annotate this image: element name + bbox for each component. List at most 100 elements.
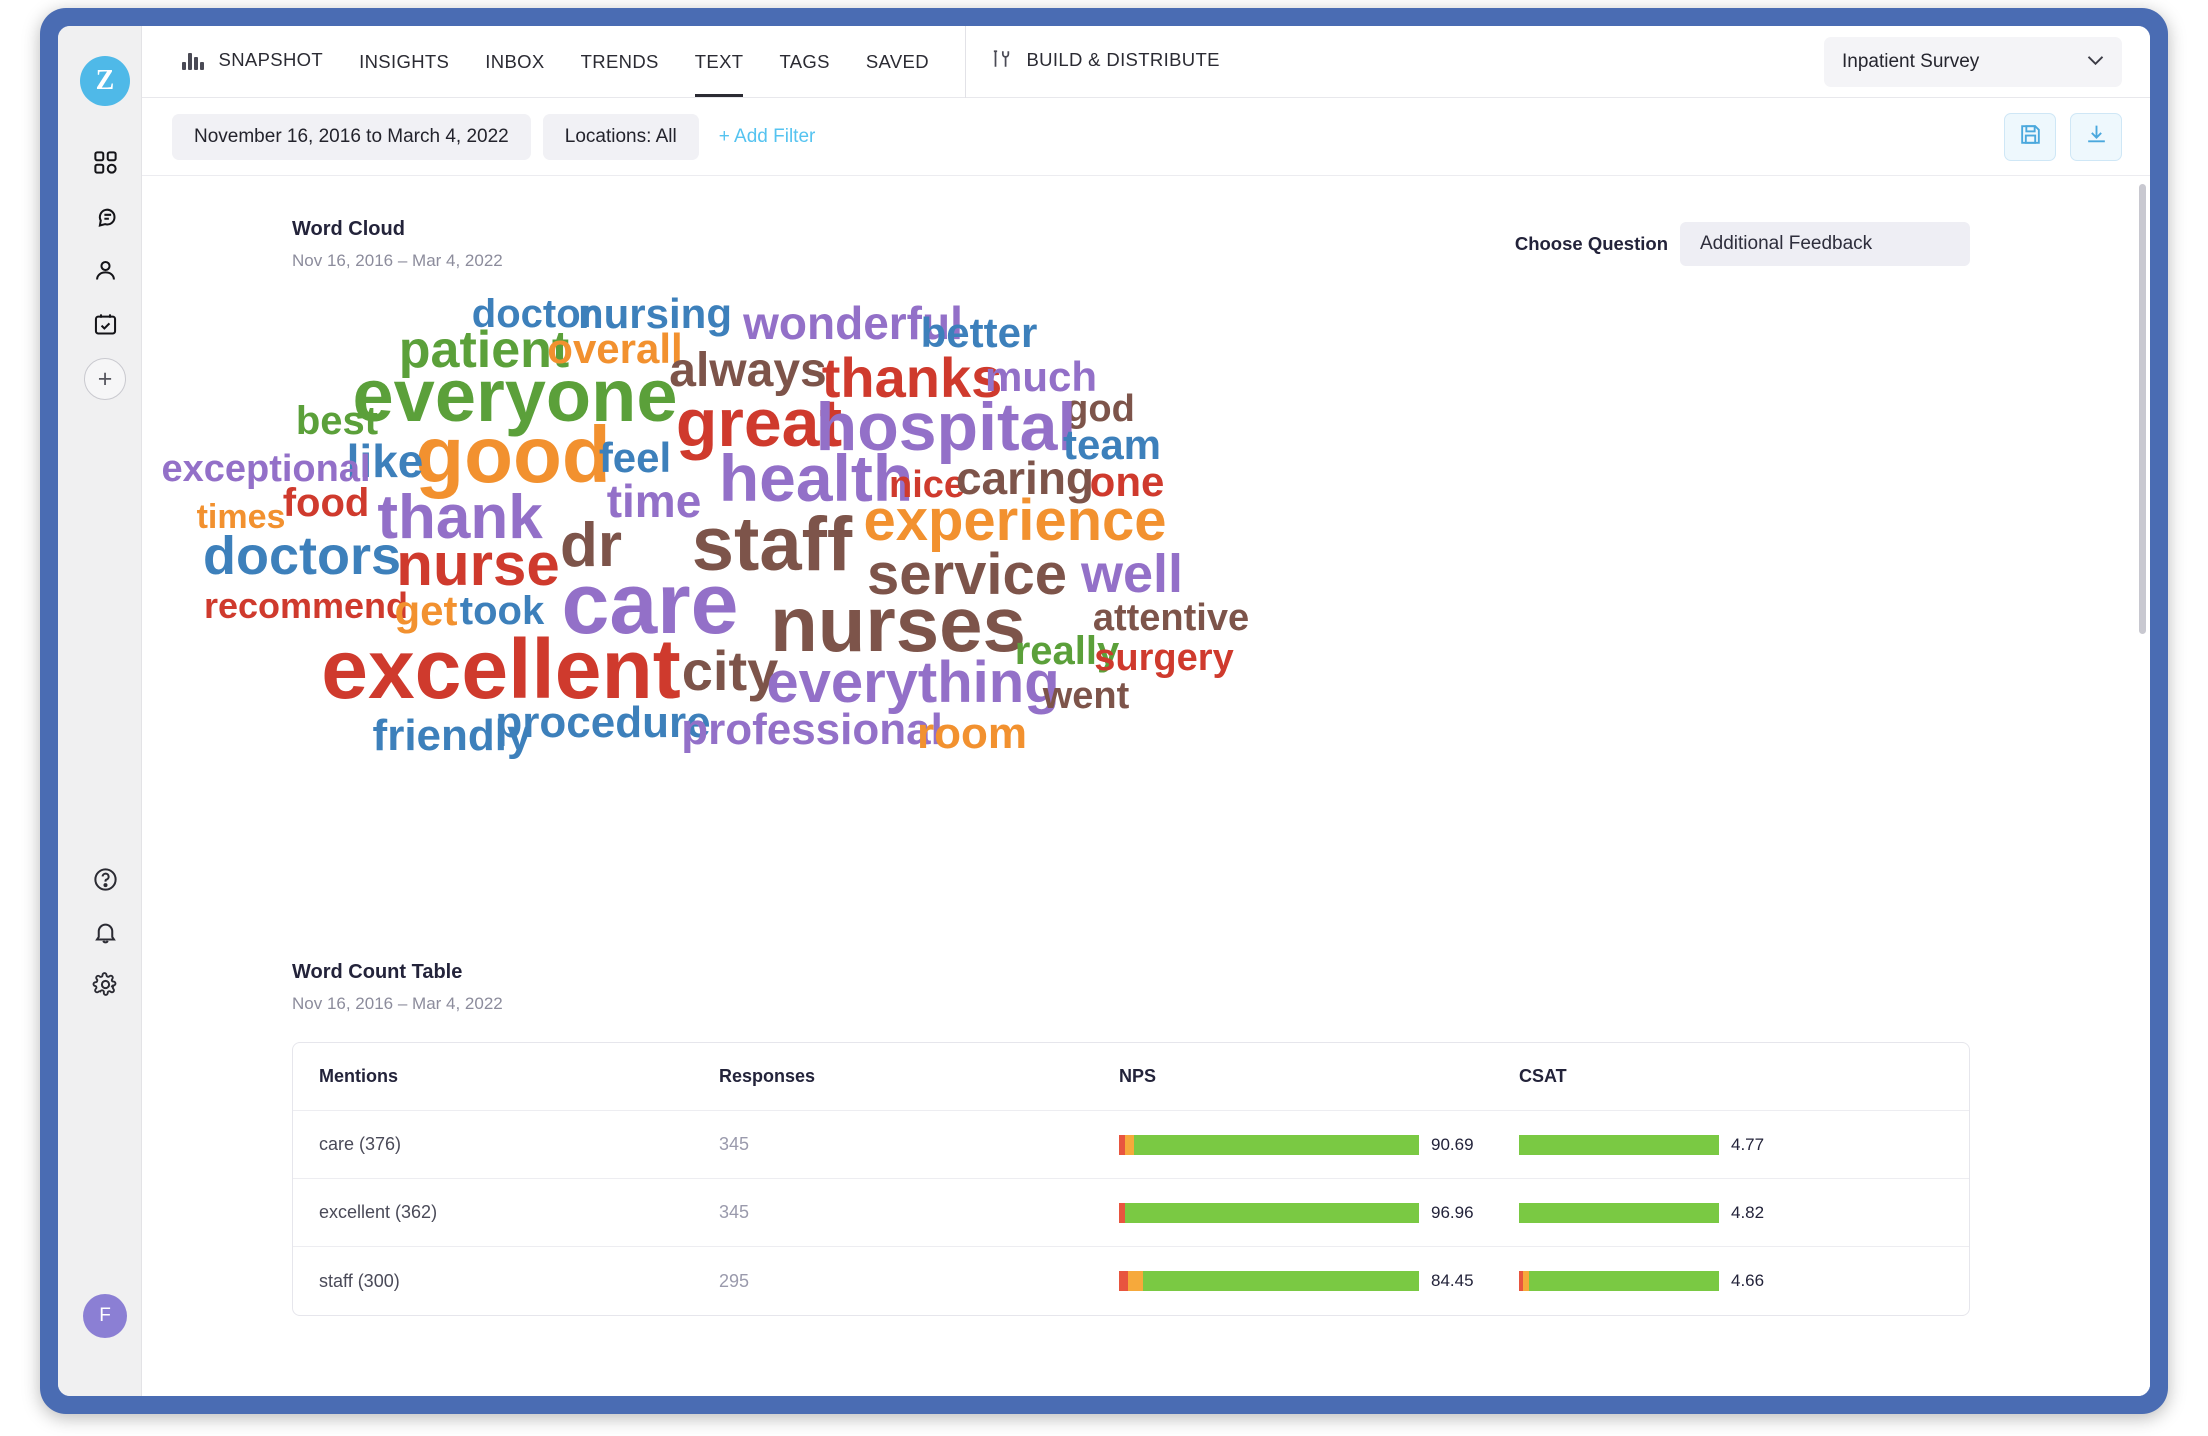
left-rail: Z + F bbox=[58, 26, 142, 1396]
tab-tags-label: TAGS bbox=[779, 50, 830, 72]
tab-text-label: TEXT bbox=[694, 50, 744, 72]
tasks-icon bbox=[92, 311, 119, 343]
settings-icon bbox=[92, 971, 119, 1003]
cell-mentions: staff (300) bbox=[319, 1270, 400, 1291]
table-body: care (376) 345 90.69 4.77 excellent (362) 345… bbox=[293, 1111, 1969, 1315]
save-button[interactable] bbox=[2004, 112, 2056, 161]
tab-snapshot[interactable]: SNAPSHOT bbox=[164, 26, 341, 99]
survey-selector-value: Inpatient Survey bbox=[1842, 50, 1980, 72]
choose-question-label: Choose Question bbox=[1514, 233, 1668, 254]
tab-build-label: BUILD & DISTRIBUTE bbox=[1026, 49, 1220, 70]
csat-bar-segment bbox=[1529, 1271, 1719, 1291]
choose-question-select[interactable]: Additional Feedback bbox=[1680, 222, 1970, 266]
sidebar-add-button[interactable]: + bbox=[84, 358, 126, 400]
word-count-title: Word Count Table bbox=[292, 961, 463, 983]
sidebar-item-contacts[interactable] bbox=[84, 252, 126, 294]
plus-icon: + bbox=[97, 364, 113, 393]
word-cloud-term[interactable]: well bbox=[1081, 547, 1183, 601]
cell-csat: 4.82 bbox=[1519, 1202, 1919, 1223]
tab-inbox-label: INBOX bbox=[485, 50, 545, 72]
help-icon bbox=[92, 866, 119, 898]
cell-responses: 295 bbox=[719, 1270, 750, 1291]
word-cloud-term[interactable]: recommend bbox=[204, 588, 408, 624]
nps-bar-segment bbox=[1125, 1134, 1134, 1155]
word-cloud-term[interactable]: food bbox=[283, 483, 370, 523]
conversations-icon bbox=[92, 203, 119, 235]
app-window: Z + F SNAPSHOT INSIGHTS INBOX TRENDS TEX… bbox=[58, 26, 2150, 1396]
csat-bar bbox=[1519, 1134, 1719, 1155]
tab-trends[interactable]: TRENDS bbox=[563, 27, 677, 97]
nps-bar-segment bbox=[1119, 1271, 1128, 1291]
word-cloud-term[interactable]: professional bbox=[681, 708, 943, 752]
nps-value: 96.96 bbox=[1431, 1202, 1474, 1222]
word-cloud-term[interactable]: everything bbox=[766, 654, 1059, 712]
nps-bar bbox=[1119, 1202, 1419, 1223]
tab-build-distribute[interactable]: BUILD & DISTRIBUTE bbox=[972, 26, 1238, 99]
main-panel: SNAPSHOT INSIGHTS INBOX TRENDS TEXT TAGS… bbox=[142, 26, 2150, 1396]
filter-bar: November 16, 2016 to March 4, 2022 Locat… bbox=[142, 98, 2150, 176]
table-row[interactable]: care (376) 345 90.69 4.77 bbox=[293, 1111, 1969, 1179]
word-cloud-term[interactable]: room bbox=[917, 712, 1027, 756]
sidebar-item-help[interactable] bbox=[84, 861, 126, 903]
contacts-icon bbox=[92, 257, 119, 289]
sidebar-item-notifications[interactable] bbox=[84, 914, 126, 956]
tab-text[interactable]: TEXT bbox=[677, 27, 762, 97]
cell-nps: 96.96 bbox=[1119, 1202, 1519, 1223]
date-range-filter[interactable]: November 16, 2016 to March 4, 2022 bbox=[172, 113, 531, 160]
csat-value: 4.66 bbox=[1731, 1271, 1765, 1290]
tools-icon bbox=[990, 48, 1012, 75]
app-logo[interactable]: Z bbox=[80, 56, 130, 106]
add-filter-button[interactable]: + Add Filter bbox=[719, 126, 816, 148]
word-cloud-term[interactable]: doctors bbox=[203, 529, 401, 583]
csat-bar bbox=[1519, 1271, 1719, 1291]
table-row[interactable]: excellent (362) 345 96.96 4.82 bbox=[293, 1179, 1969, 1247]
nps-value: 84.45 bbox=[1431, 1271, 1474, 1290]
word-count-table: Mentions Responses NPS CSAT care (376) 34… bbox=[292, 1042, 1970, 1316]
cell-responses: 345 bbox=[719, 1134, 750, 1154]
date-range-label: November 16, 2016 to March 4, 2022 bbox=[194, 125, 509, 147]
locations-label: Locations: All bbox=[564, 125, 677, 147]
word-cloud-header: Word Cloud Nov 16, 2016 – Mar 4, 2022 Ch… bbox=[142, 176, 2150, 271]
word-cloud-term[interactable]: nurse bbox=[396, 535, 559, 595]
cell-csat: 4.77 bbox=[1519, 1134, 1919, 1155]
logo-letter: Z bbox=[95, 65, 115, 96]
tab-insights-label: INSIGHTS bbox=[359, 50, 450, 72]
table-row[interactable]: staff (300) 295 84.45 4.66 bbox=[293, 1247, 1969, 1315]
sidebar-item-conversations[interactable] bbox=[84, 198, 126, 240]
bar-chart-icon bbox=[182, 50, 204, 75]
nps-bar-segment bbox=[1143, 1271, 1419, 1291]
word-cloud-term[interactable]: city bbox=[682, 643, 779, 699]
download-button[interactable] bbox=[2070, 112, 2122, 161]
survey-selector[interactable]: Inpatient Survey bbox=[1824, 36, 2122, 87]
word-cloud-term[interactable]: went bbox=[1043, 677, 1130, 715]
chevron-down-icon bbox=[2087, 53, 2104, 70]
nps-bar-segment bbox=[1125, 1202, 1419, 1223]
cell-mentions: care (376) bbox=[319, 1134, 402, 1154]
tab-saved-label: SAVED bbox=[865, 50, 929, 72]
word-cloud-term[interactable]: procedure bbox=[495, 701, 710, 745]
cell-csat: 4.66 bbox=[1519, 1271, 1919, 1291]
word-cloud-term[interactable]: feel bbox=[599, 437, 671, 479]
tab-inbox[interactable]: INBOX bbox=[467, 27, 562, 97]
word-count-subtitle: Nov 16, 2016 – Mar 4, 2022 bbox=[292, 994, 503, 1013]
column-header-responses: Responses bbox=[719, 1066, 816, 1086]
nps-bar bbox=[1119, 1134, 1419, 1155]
csat-value: 4.77 bbox=[1731, 1134, 1765, 1154]
sidebar-item-settings[interactable] bbox=[84, 966, 126, 1008]
sidebar-item-dashboard[interactable] bbox=[84, 144, 126, 186]
cell-nps: 90.69 bbox=[1119, 1134, 1519, 1155]
column-header-mentions: Mentions bbox=[319, 1066, 398, 1086]
nps-bar-segment bbox=[1128, 1271, 1143, 1291]
filter-actions bbox=[1990, 112, 2122, 161]
column-header-nps: NPS bbox=[1119, 1066, 1157, 1086]
user-avatar[interactable]: F bbox=[83, 1294, 127, 1338]
browser-frame: Z + F SNAPSHOT INSIGHTS INBOX TRENDS TEX… bbox=[40, 8, 2168, 1414]
nps-bar-segment bbox=[1134, 1134, 1419, 1155]
csat-bar-segment bbox=[1519, 1202, 1719, 1223]
locations-filter[interactable]: Locations: All bbox=[542, 113, 699, 160]
tab-tags[interactable]: TAGS bbox=[761, 27, 847, 97]
tab-insights[interactable]: INSIGHTS bbox=[341, 27, 467, 97]
sidebar-item-tasks[interactable] bbox=[84, 306, 126, 348]
tab-saved[interactable]: SAVED bbox=[848, 27, 947, 97]
word-cloud-term[interactable]: surgery bbox=[1094, 639, 1233, 677]
